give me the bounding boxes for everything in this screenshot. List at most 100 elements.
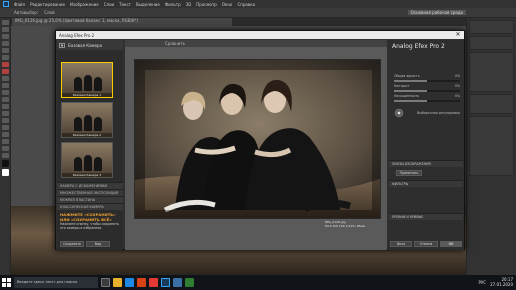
menu-3d[interactable]: 3D [186,2,192,7]
shape-tool-icon[interactable] [2,139,9,144]
system-tray: РУС 20:17 27.01.2020 [478,277,513,287]
hand-tool-icon[interactable] [2,146,9,151]
crop-tool-icon[interactable] [2,48,9,53]
panel-color[interactable] [469,20,514,34]
promo-title: НАЖМИТЕ «СОХРАНИТЬ» ИЛИ «СОХРАНИТЬ ВСЁ» [60,212,116,222]
zoom-tool-icon[interactable] [2,153,9,158]
selective-adjust-label: Выборочная регулировка [417,110,460,115]
workspace-switcher[interactable]: Основная рабочая среда [407,10,466,15]
panel-properties[interactable] [469,52,514,92]
control-point-icon[interactable] [394,108,404,118]
presets-header[interactable]: Базовая Камера [57,40,123,50]
move-tool-icon[interactable] [2,20,9,25]
adjustments-panel: Analog Efex Pro 2 Общая яркость 0% Контр… [388,40,464,250]
preset-thumb-3[interactable]: Базовая Камера 3 [61,142,113,178]
brightness-value: 0% [454,74,460,78]
save-preset-button[interactable]: Сохранить [60,241,84,247]
plugin-titlebar[interactable]: Analog Efex Pro 2 [56,31,464,39]
path-select-tool-icon[interactable] [2,132,9,137]
accordion-distortion[interactable]: КАМЕРА С ИСКАЖЕНИЯМИ [57,182,123,189]
lens-apply-button[interactable]: Применить [396,170,422,176]
dodge-tool-icon[interactable] [2,111,9,116]
accordion-multi-exposure[interactable]: МНОЖЕСТВЕННАЯ ЭКСПОЗИЦИЯ [57,189,123,196]
panel-swatches[interactable] [469,36,514,50]
menu-select[interactable]: Выделение [136,2,160,7]
menu-layers[interactable]: Слои [104,2,114,7]
brush-tool-icon[interactable] [2,69,9,74]
file-explorer-icon[interactable] [113,278,122,287]
stamp-tool-icon[interactable] [2,76,9,81]
lasso-tool-icon[interactable] [2,34,9,39]
photo-button[interactable]: Фото [390,241,412,247]
preview-area[interactable]: Сравнить IMG_0126.jpg f/5.6 ISO 100 1/12… [125,40,387,250]
accordion-label: КАМЕРА С ИСКАЖЕНИЯМИ [60,183,108,188]
preview-photo[interactable] [134,59,381,219]
section-lens[interactable]: ЛИНЗЫ ИЗОБРАЖЕНИЯ [389,160,463,167]
autoselect-value[interactable]: Слой [44,10,54,15]
panel-layers[interactable] [469,116,514,176]
menu-help[interactable]: Справка [237,2,255,7]
healing-tool-icon[interactable] [2,62,9,67]
selective-adjust-row: Выборочная регулировка [394,108,460,118]
saturation-slider[interactable] [394,100,460,102]
history-brush-tool-icon[interactable] [2,83,9,88]
cancel-button[interactable]: Отмена [414,241,438,247]
menu-filter[interactable]: Фильтр [165,2,181,7]
accordion-label: МНОЖЕСТВЕННАЯ ЭКСПОЗИЦИЯ [60,190,119,195]
type-tool-icon[interactable] [2,125,9,130]
section-filters[interactable]: ФИЛЬТРЫ [389,180,463,187]
saturation-row: Насыщенность 0% [394,94,460,99]
clock[interactable]: 20:17 27.01.2020 [490,277,513,287]
accordion-classic[interactable]: КЛАССИЧЕСКАЯ КАМЕРА [57,203,123,210]
contrast-value: 0% [454,84,460,88]
pen-tool-icon[interactable] [2,118,9,123]
background-color-icon[interactable] [2,169,9,176]
preset-thumb-1[interactable]: Базовая Камера 1 [61,62,113,98]
autoselect-label[interactable]: Автовыбор: [14,10,38,15]
gradient-tool-icon[interactable] [2,97,9,102]
preset-thumb-2[interactable]: Базовая Камера 2 [61,102,113,138]
section-levels[interactable]: УРОВНИ И КРИВЫЕ [389,213,463,220]
ps-toolbar [0,18,11,275]
panel-adjustments[interactable] [469,94,514,114]
quick-select-tool-icon[interactable] [2,41,9,46]
media-icon[interactable] [149,278,158,287]
document-tab[interactable]: IMG_0126.jpg @ 25,6% (Цветовой баланс 1,… [12,18,232,26]
promo-body: Нажмите кнопку, чтобы сохранить эти каме… [60,222,120,230]
brightness-slider[interactable] [394,80,460,82]
menu-window[interactable]: Окно [222,2,233,7]
preset-thumb-label: Базовая Камера 2 [62,133,112,137]
close-icon[interactable]: ✕ [454,31,462,39]
taskbar-search-input[interactable]: Введите здесь текст для поиска [14,277,98,288]
menu-file[interactable]: Файл [14,2,25,7]
marquee-tool-icon[interactable] [2,27,9,32]
section-label: ЛИНЗЫ ИЗОБРАЖЕНИЯ [392,161,431,166]
view-button[interactable]: Вид [86,241,110,247]
compare-toggle[interactable]: Сравнить [165,41,185,46]
foreground-color-icon[interactable] [2,160,9,167]
preset-thumb-label: Базовая Камера 1 [62,93,112,97]
preset-thumb-label: Базовая Камера 3 [62,173,112,177]
language-indicator[interactable]: РУС [478,280,486,285]
task-view-icon[interactable] [101,278,110,287]
ok-button[interactable]: ОК [440,241,462,247]
caption-exif: f/5.6 ISO 100 1/125с 85мм [325,224,366,228]
edge-icon[interactable] [125,278,134,287]
eraser-tool-icon[interactable] [2,90,9,95]
saturation-value: 0% [454,94,460,98]
contrast-label: Контраст [394,84,410,88]
eyedropper-tool-icon[interactable] [2,55,9,60]
contrast-slider[interactable] [394,90,460,92]
app2-icon[interactable] [173,278,182,287]
windows-start-icon[interactable] [2,278,11,287]
menu-image[interactable]: Изображение [70,2,99,7]
app3-icon[interactable] [185,278,194,287]
photoshop-taskbar-icon[interactable] [161,278,170,287]
app-icon[interactable] [137,278,146,287]
menu-text[interactable]: Текст [119,2,131,7]
accordion-wet-plate[interactable]: МОКРАЯ ПЛАСТИНА [57,196,123,203]
blur-tool-icon[interactable] [2,104,9,109]
menu-edit[interactable]: Редактирование [30,2,65,7]
photo-caption: IMG_0126.jpg f/5.6 ISO 100 1/125с 85мм [325,221,385,228]
menu-view[interactable]: Просмотр [196,2,217,7]
